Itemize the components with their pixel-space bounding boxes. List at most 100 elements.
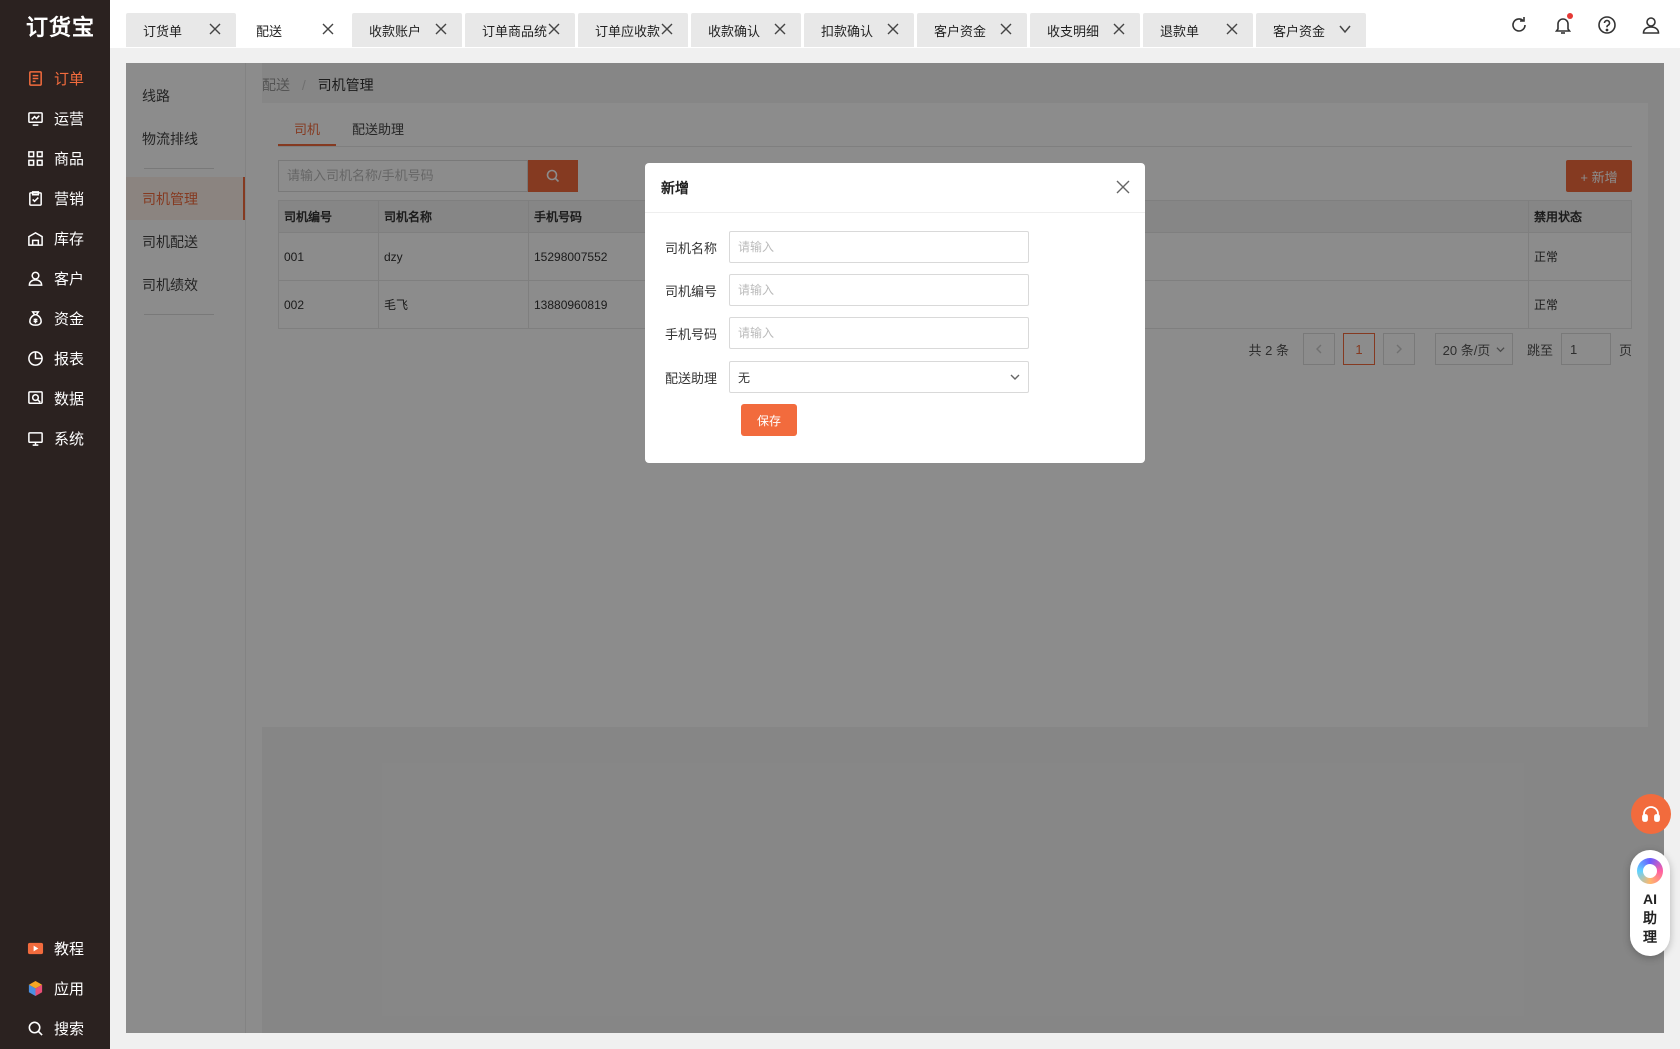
tab-deduction-confirm[interactable]: 扣款确认 [804, 13, 914, 47]
delivery-assistant-select[interactable]: 无 [729, 361, 1029, 393]
clipboard-check-icon [26, 189, 44, 207]
tab-delivery[interactable]: 配送 [239, 13, 349, 47]
sidebar-item-label: 订单 [54, 70, 85, 88]
close-icon[interactable] [999, 22, 1013, 36]
sidebar-item-search[interactable]: 搜索 [0, 1008, 110, 1048]
sidebar: 订货宝 订单 运营 商品 营销 库存 客户 资金 报表 数据 系统 教程 应用 … [0, 0, 110, 1049]
close-icon[interactable] [208, 22, 222, 36]
driver-name-input[interactable] [729, 231, 1029, 263]
tab-bar: 订货单 配送 收款账户 订单商品统 订单应收款 收款确认 扣款确认 客户资金 收… [110, 0, 1680, 48]
close-icon[interactable] [1112, 22, 1126, 36]
driver-code-input[interactable] [729, 274, 1029, 306]
tab-label: 订货单 [143, 23, 183, 39]
tab-label: 收支明细 [1047, 23, 1100, 39]
sidebar-item-label: 教程 [54, 940, 85, 958]
headset-icon [1642, 806, 1660, 822]
order-icon [26, 69, 44, 87]
close-icon[interactable] [660, 22, 674, 36]
tab-label: 收款账户 [369, 23, 422, 39]
video-play-icon [26, 939, 44, 957]
sidebar-item-funds[interactable]: 资金 [0, 298, 110, 338]
app-logo: 订货宝 [26, 15, 96, 40]
sidebar-nav: 订单 运营 商品 营销 库存 客户 资金 报表 数据 系统 [0, 58, 110, 458]
close-icon[interactable] [773, 22, 787, 36]
tab-label: 订单商品统 [482, 23, 548, 39]
sidebar-item-label: 搜索 [54, 1020, 85, 1038]
sidebar-item-tutorial[interactable]: 教程 [0, 928, 110, 968]
notification-dot [1567, 13, 1573, 19]
tab-receiving-account[interactable]: 收款账户 [352, 13, 462, 47]
tab-customer-funds-more[interactable]: 客户资金 [1256, 13, 1366, 47]
sidebar-item-label: 营销 [54, 190, 85, 208]
sidebar-item-customer[interactable]: 客户 [0, 258, 110, 298]
chevron-down-icon [1010, 374, 1020, 380]
sidebar-item-label: 系统 [54, 430, 85, 448]
tab-label: 配送 [256, 23, 283, 39]
close-icon[interactable] [321, 22, 335, 36]
sidebar-item-label: 库存 [54, 230, 85, 248]
close-icon[interactable] [1225, 22, 1239, 36]
sidebar-item-marketing[interactable]: 营销 [0, 178, 110, 218]
tab-order-receivables[interactable]: 订单应收款 [578, 13, 688, 47]
save-button[interactable]: 保存 [741, 404, 797, 436]
sidebar-item-apps[interactable]: 应用 [0, 968, 110, 1008]
refresh-icon[interactable] [1508, 14, 1530, 36]
form-row-phone: 手机号码 [645, 317, 1145, 349]
grid-apps-icon [26, 149, 44, 167]
account-icon[interactable] [1640, 14, 1662, 36]
close-icon[interactable] [1115, 179, 1131, 195]
sidebar-item-system[interactable]: 系统 [0, 418, 110, 458]
sidebar-item-label: 资金 [54, 310, 85, 328]
modal-title: 新增 [645, 163, 1145, 213]
field-label: 司机编号 [664, 283, 717, 299]
tab-order-goods-stats[interactable]: 订单商品统 [465, 13, 575, 47]
sidebar-item-inventory[interactable]: 库存 [0, 218, 110, 258]
tab-label: 订单应收款 [595, 23, 661, 39]
sidebar-item-label: 应用 [54, 980, 85, 998]
field-label: 手机号码 [664, 326, 717, 342]
tab-income-expense[interactable]: 收支明细 [1030, 13, 1140, 47]
tab-customer-funds[interactable]: 客户资金 [917, 13, 1027, 47]
bell-icon[interactable] [1552, 13, 1574, 36]
top-toolbar [1508, 13, 1662, 36]
warehouse-icon [26, 229, 44, 247]
tab-payment-confirm[interactable]: 收款确认 [691, 13, 801, 47]
sidebar-bottom: 教程 应用 搜索 [0, 928, 110, 1048]
help-icon[interactable] [1596, 14, 1618, 36]
sidebar-item-label: 数据 [54, 390, 85, 408]
tab-label: 扣款确认 [821, 23, 874, 39]
money-bag-icon [26, 309, 44, 327]
sidebar-item-label: 商品 [54, 150, 85, 168]
form-row-driver-name: 司机名称 [645, 231, 1145, 263]
sidebar-item-order[interactable]: 订单 [0, 58, 110, 98]
form-row-delivery-assistant: 配送助理 无 [645, 361, 1145, 393]
tab-refund[interactable]: 退款单 [1143, 13, 1253, 47]
ai-assistant-button[interactable]: AI助理 [1630, 850, 1670, 956]
sidebar-item-label: 运营 [54, 110, 85, 128]
add-driver-modal: 新增 司机名称 司机编号 手机号码 配送助理 无 保存 [645, 163, 1145, 463]
tab-label: 客户资金 [1273, 23, 1326, 39]
form-row-driver-code: 司机编号 [645, 274, 1145, 306]
phone-input[interactable] [729, 317, 1029, 349]
pie-chart-icon [26, 349, 44, 367]
search-icon [26, 1019, 44, 1037]
tab-label: 客户资金 [934, 23, 987, 39]
sidebar-item-report[interactable]: 报表 [0, 338, 110, 378]
sidebar-item-data[interactable]: 数据 [0, 378, 110, 418]
sidebar-item-label: 报表 [54, 350, 85, 368]
data-search-icon [26, 389, 44, 407]
tab-label: 收款确认 [708, 23, 761, 39]
close-icon[interactable] [434, 22, 448, 36]
select-value: 无 [738, 370, 751, 385]
customer-service-button[interactable] [1631, 794, 1671, 834]
ai-assistant-label: AI助理 [1643, 891, 1657, 945]
sidebar-item-operation[interactable]: 运营 [0, 98, 110, 138]
sidebar-item-goods[interactable]: 商品 [0, 138, 110, 178]
field-label: 司机名称 [664, 240, 717, 256]
cube-apps-icon [26, 979, 44, 997]
chevron-down-icon[interactable] [1338, 22, 1352, 36]
monitor-icon [26, 429, 44, 447]
close-icon[interactable] [547, 22, 561, 36]
tab-order-list[interactable]: 订货单 [126, 13, 236, 47]
close-icon[interactable] [886, 22, 900, 36]
